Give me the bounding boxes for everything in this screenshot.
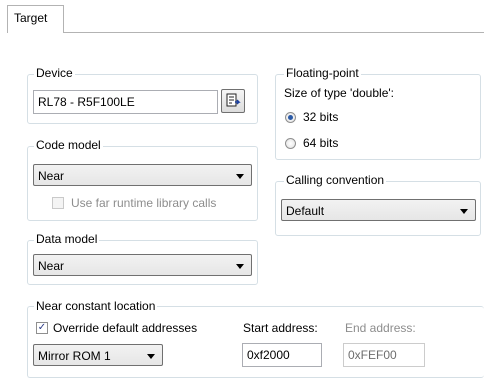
chevron-down-icon <box>236 174 244 179</box>
far-runtime-checkbox[interactable] <box>52 197 64 209</box>
override-addresses-checkbox[interactable]: ✓ <box>36 322 48 334</box>
chevron-down-icon <box>147 354 155 359</box>
calling-convention-legend: Calling convention <box>284 173 387 187</box>
checkmark-icon: ✓ <box>37 322 47 333</box>
end-address-label: End address: <box>345 321 416 335</box>
device-field[interactable]: RL78 - R5F100LE <box>33 90 218 114</box>
tab-target[interactable]: Target <box>7 5 64 33</box>
calling-convention-value: Default <box>286 204 325 218</box>
radio-32-bits[interactable] <box>285 112 296 123</box>
radio-32-bits-label: 32 bits <box>303 110 339 124</box>
data-model-select[interactable]: Near <box>33 254 252 276</box>
far-runtime-label: Use far runtime library calls <box>71 196 217 210</box>
start-address-field[interactable]: 0xf2000 <box>242 343 322 367</box>
end-address-field[interactable]: 0xFEF00 <box>343 343 425 367</box>
chevron-down-icon <box>236 264 244 269</box>
chevron-down-icon <box>460 209 468 214</box>
device-browse-button[interactable] <box>221 89 245 113</box>
radio-64-bits-label: 64 bits <box>303 136 339 150</box>
mirror-rom-select[interactable]: Mirror ROM 1 <box>33 344 163 366</box>
device-legend: Device <box>34 66 75 80</box>
mirror-rom-value: Mirror ROM 1 <box>38 349 111 363</box>
code-model-legend: Code model <box>34 138 103 152</box>
code-model-select[interactable]: Near <box>33 164 252 186</box>
tab-target-label: Target <box>14 11 48 25</box>
code-model-value: Near <box>38 169 65 183</box>
data-model-value: Near <box>38 259 65 273</box>
near-constant-legend: Near constant location <box>34 299 158 313</box>
tab-divider <box>64 32 484 33</box>
device-select-icon <box>226 93 241 107</box>
start-address-label: Start address: <box>243 321 318 335</box>
radio-64-bits[interactable] <box>285 138 296 149</box>
floating-point-legend: Floating-point <box>284 66 361 80</box>
override-addresses-label: Override default addresses <box>53 321 198 335</box>
near-constant-group <box>27 306 484 378</box>
data-model-legend: Data model <box>34 232 100 246</box>
calling-convention-select[interactable]: Default <box>281 199 476 221</box>
double-size-label: Size of type 'double': <box>284 86 394 100</box>
